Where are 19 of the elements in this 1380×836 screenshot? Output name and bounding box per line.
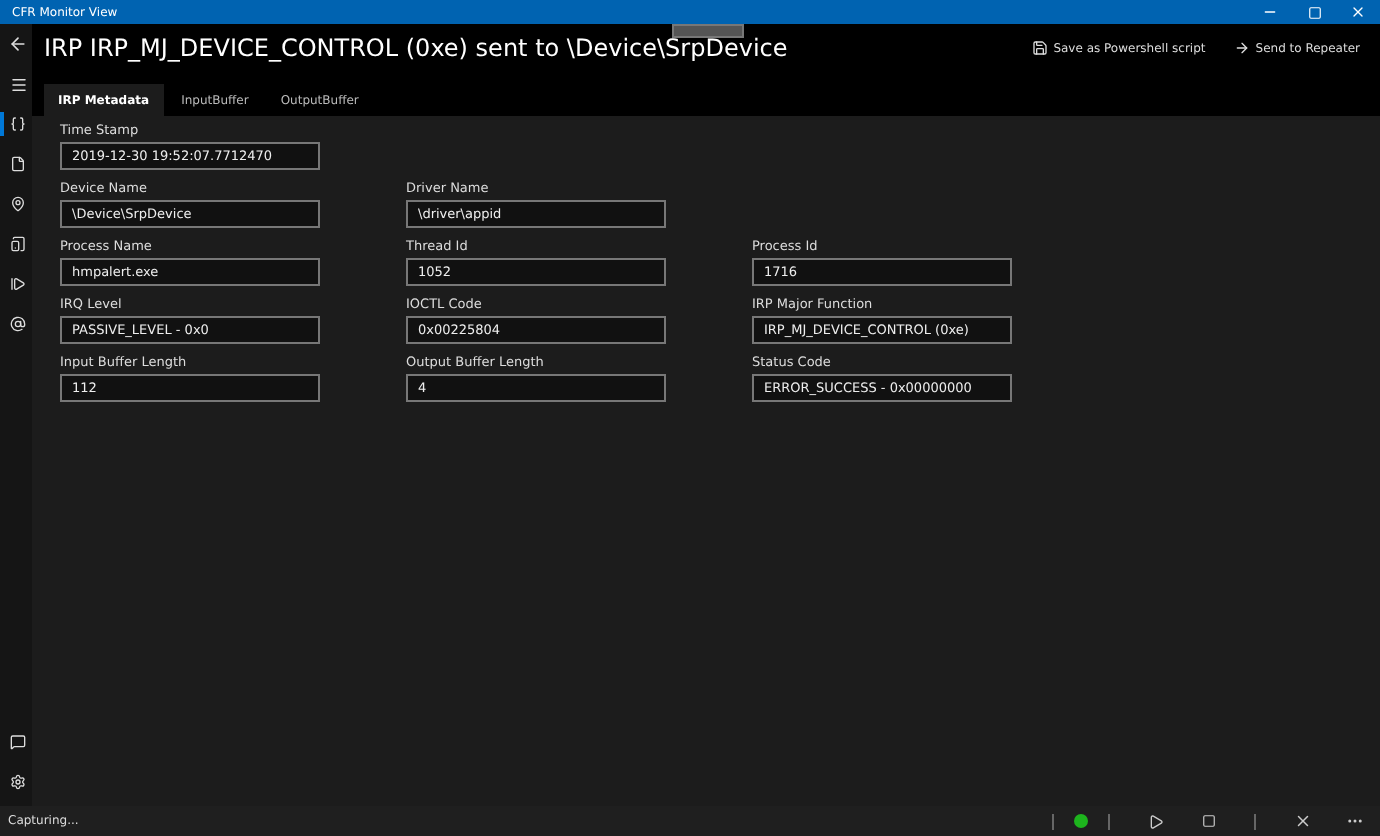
maximize-icon (1307, 5, 1321, 19)
stop-icon (1201, 814, 1215, 828)
file-icon (10, 156, 26, 172)
device-icon (10, 236, 26, 252)
at-sign-icon (10, 316, 26, 332)
page-title: IRP IRP_MJ_DEVICE_CONTROL (0xe) sent to \Device\SrpDevice (44, 34, 790, 62)
arrow-right-icon (1233, 40, 1250, 56)
drag-handle[interactable] (672, 24, 744, 38)
step-forward-icon (10, 276, 26, 292)
back-arrow-icon (8, 34, 28, 54)
comment-icon (10, 734, 26, 750)
close-icon (1293, 812, 1311, 830)
play-icon (1148, 813, 1164, 829)
braces-icon (10, 116, 26, 132)
save-icon (1031, 40, 1048, 56)
pin-icon (10, 196, 26, 212)
settings-icon (10, 774, 26, 790)
menu-icon (9, 75, 27, 93)
close-icon (1350, 4, 1366, 20)
